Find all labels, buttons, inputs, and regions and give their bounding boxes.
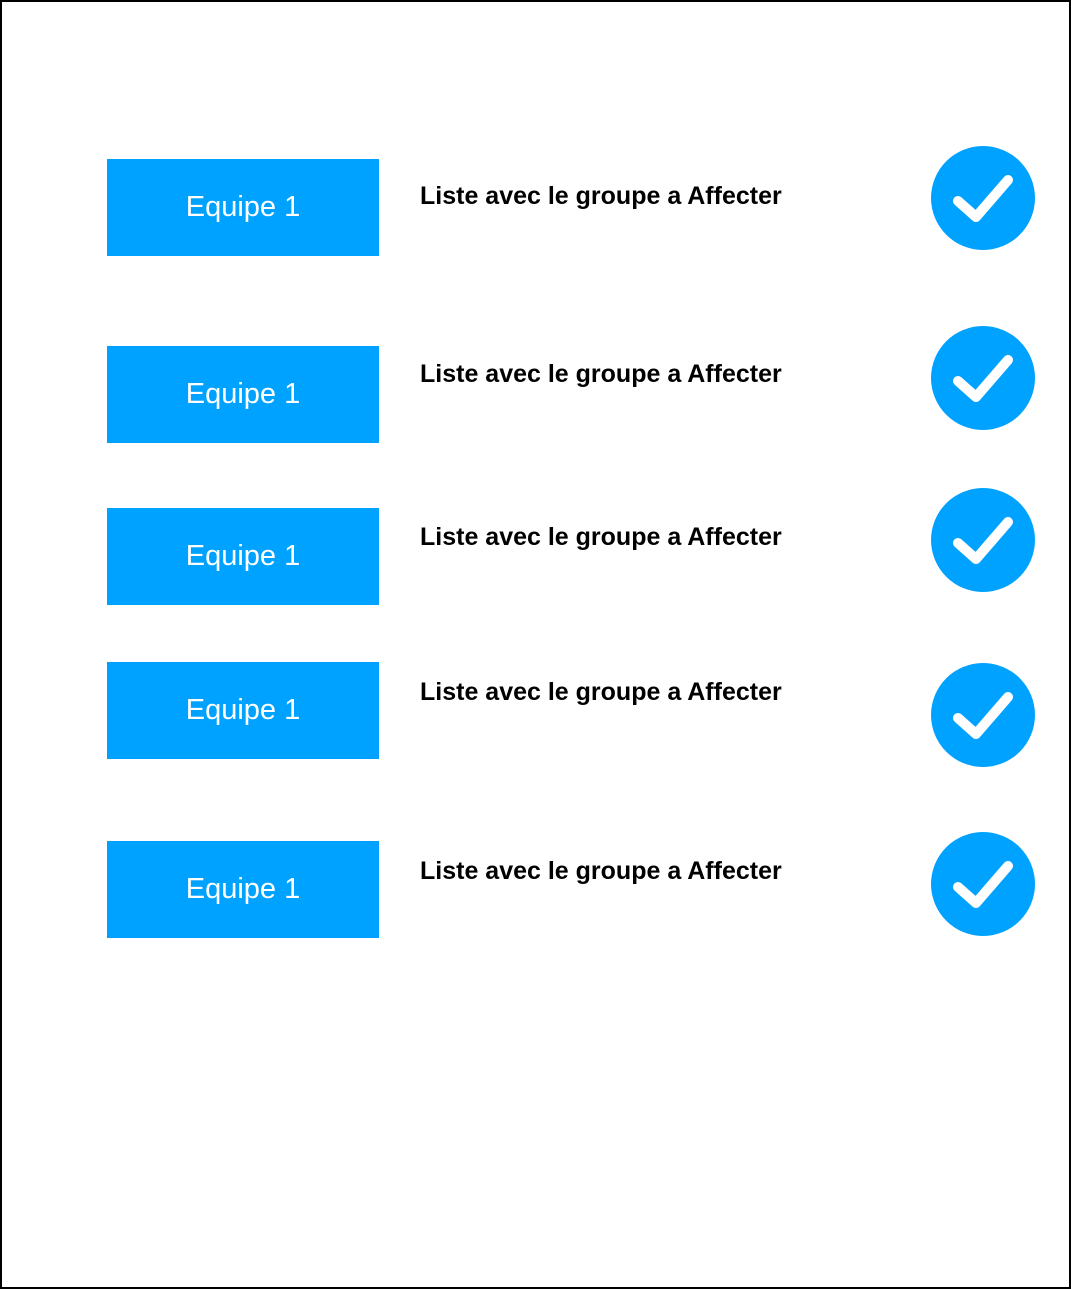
- confirm-button[interactable]: [931, 663, 1035, 767]
- group-assign-list: Liste avec le groupe a Affecter: [420, 182, 782, 210]
- group-assign-list: Liste avec le groupe a Affecter: [420, 523, 782, 551]
- check-icon: [953, 355, 1013, 402]
- group-assign-list: Liste avec le groupe a Affecter: [420, 857, 782, 885]
- check-icon: [953, 175, 1013, 222]
- team-button[interactable]: Equipe 1: [107, 662, 379, 759]
- team-button[interactable]: Equipe 1: [107, 508, 379, 605]
- team-button[interactable]: Equipe 1: [107, 346, 379, 443]
- check-icon: [953, 692, 1013, 739]
- check-icon: [953, 861, 1013, 908]
- check-icon: [953, 517, 1013, 564]
- confirm-button[interactable]: [931, 326, 1035, 430]
- confirm-button[interactable]: [931, 488, 1035, 592]
- page-frame: Equipe 1 Liste avec le groupe a Affecter…: [0, 0, 1071, 1289]
- group-assign-list: Liste avec le groupe a Affecter: [420, 360, 782, 388]
- confirm-button[interactable]: [931, 832, 1035, 936]
- team-button[interactable]: Equipe 1: [107, 159, 379, 256]
- confirm-button[interactable]: [931, 146, 1035, 250]
- team-button[interactable]: Equipe 1: [107, 841, 379, 938]
- group-assign-list: Liste avec le groupe a Affecter: [420, 678, 782, 706]
